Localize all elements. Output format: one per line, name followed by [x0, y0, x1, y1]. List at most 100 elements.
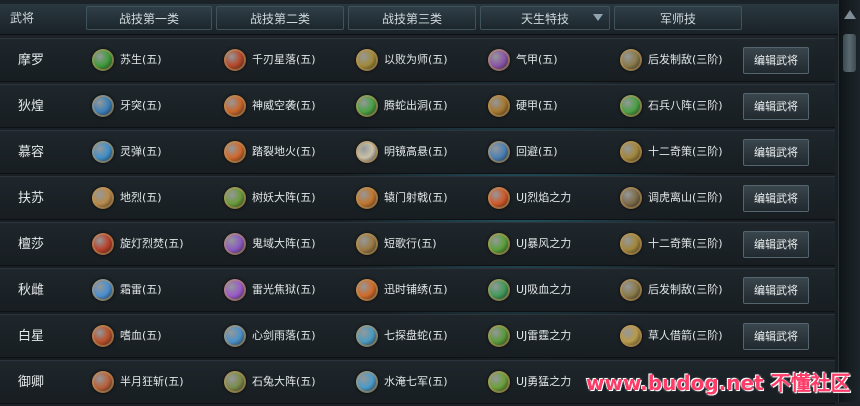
skill-icon[interactable]: [92, 49, 114, 71]
skill-label: 十二奇策(三阶): [648, 145, 723, 158]
general-name: 御卿: [18, 375, 45, 390]
skill-icon[interactable]: [356, 325, 378, 347]
skill-label: 地烈(五): [120, 191, 162, 204]
skill-icon[interactable]: [356, 187, 378, 209]
skill-icon[interactable]: [620, 187, 642, 209]
skill-icon[interactable]: [356, 49, 378, 71]
edit-general-button[interactable]: 编辑武将: [743, 93, 809, 120]
general-name: 扶苏: [18, 191, 45, 206]
table-row: 檀莎 旋灯烈焚(五) 鬼域大阵(五) 短歌行(五) UJ暴风之力 十二奇策(三阶) 编辑武将: [0, 222, 835, 266]
skill-icon[interactable]: [488, 187, 510, 209]
skill-icon[interactable]: [488, 279, 510, 301]
skill-icon[interactable]: [92, 233, 114, 255]
skill-label: 后发制敌(三阶): [648, 53, 723, 66]
skill-icon[interactable]: [224, 233, 246, 255]
skill-icon[interactable]: [356, 233, 378, 255]
skill-label: UJ勇猛之力: [516, 375, 572, 388]
skill-icon[interactable]: [92, 187, 114, 209]
skill-icon[interactable]: [224, 279, 246, 301]
edit-general-button[interactable]: 编辑武将: [743, 277, 809, 304]
skill-label: 明镜高悬(五): [384, 145, 448, 158]
skill-icon[interactable]: [488, 49, 510, 71]
header-innate-label: 天生特技: [520, 12, 569, 26]
skill-icon[interactable]: [92, 95, 114, 117]
skill-icon[interactable]: [224, 187, 246, 209]
skill-label: 苏生(五): [120, 53, 162, 66]
skill-icon[interactable]: [356, 279, 378, 301]
skill-label: 雷光焦狱(五): [252, 283, 316, 296]
skill-label: 调虎离山(三阶): [648, 191, 723, 204]
general-name: 檀莎: [18, 237, 45, 252]
skill-icon[interactable]: [488, 95, 510, 117]
skill-icon[interactable]: [224, 95, 246, 117]
skill-icon[interactable]: [224, 371, 246, 393]
skill-label: 硬甲(五): [516, 99, 558, 112]
skill-icon[interactable]: [488, 233, 510, 255]
skill-label: 回避(五): [516, 145, 558, 158]
skill-icon[interactable]: [620, 233, 642, 255]
skill-label: UJ暴风之力: [516, 237, 572, 250]
skill-icon[interactable]: [620, 279, 642, 301]
skills-panel: 武将 战技第一类 战技第二类 战技第三类 天生特技 军师技 摩罗 苏生(五) 千刃星…: [0, 0, 860, 404]
skill-icon[interactable]: [224, 325, 246, 347]
skill-label: 踏裂地火(五): [252, 145, 316, 158]
header-general[interactable]: 武将: [2, 6, 82, 30]
scroll-up-icon[interactable]: [844, 10, 856, 19]
edit-general-button[interactable]: 编辑武将: [743, 185, 809, 212]
skill-icon[interactable]: [488, 325, 510, 347]
table-row: 摩罗 苏生(五) 千刃星落(五) 以败为师(五) 气甲(五) 后发制敌(三阶) 编辑武将: [0, 38, 835, 82]
skill-label: 七探盘蛇(五): [384, 329, 448, 342]
general-name: 摩罗: [18, 53, 45, 68]
scrollbar[interactable]: [838, 0, 860, 402]
header-strategist[interactable]: 军师技: [614, 6, 742, 30]
skill-icon[interactable]: [620, 141, 642, 163]
skill-icon[interactable]: [356, 141, 378, 163]
general-name: 狄煌: [18, 99, 45, 114]
table-row: 秋雌 霜雷(五) 雷光焦狱(五) 迅时铺绣(五) UJ吸血之力 后发制敌(三阶) 编辑武将: [0, 268, 835, 312]
skill-icon[interactable]: [224, 49, 246, 71]
header-skill-2[interactable]: 战技第二类: [216, 6, 344, 30]
header-skill-3[interactable]: 战技第三类: [348, 6, 476, 30]
skill-label: 辕门射戟(五): [384, 191, 448, 204]
skill-label: 旋灯烈焚(五): [120, 237, 184, 250]
skill-icon[interactable]: [620, 325, 642, 347]
skill-icon[interactable]: [224, 141, 246, 163]
general-list: 摩罗 苏生(五) 千刃星落(五) 以败为师(五) 气甲(五) 后发制敌(三阶) 编辑武将 狄煌…: [0, 38, 835, 406]
edit-general-button[interactable]: 编辑武将: [743, 231, 809, 258]
table-row: 扶苏 地烈(五) 树妖大阵(五) 辕门射戟(五) UJ烈焰之力 调虎离山(三阶) 编辑武将: [0, 176, 835, 220]
skill-label: 半月狂斩(五): [120, 375, 184, 388]
skill-icon[interactable]: [92, 325, 114, 347]
edit-general-button[interactable]: 编辑武将: [743, 139, 809, 166]
edit-general-button[interactable]: 编辑武将: [743, 323, 809, 350]
skill-label: UJ雷霆之力: [516, 329, 572, 342]
table-row: 白星 嗜血(五) 心剑雨落(五) 七探盘蛇(五) UJ雷霆之力 草人借箭(三阶) 编辑武将: [0, 314, 835, 358]
skill-icon[interactable]: [620, 95, 642, 117]
skill-icon[interactable]: [92, 371, 114, 393]
skill-label: 迅时铺绣(五): [384, 283, 448, 296]
skill-label: 心剑雨落(五): [252, 329, 316, 342]
sort-down-icon[interactable]: [593, 14, 603, 21]
skill-label: 气甲(五): [516, 53, 558, 66]
skill-icon[interactable]: [488, 141, 510, 163]
watermark: www.budog.net 不懂社区: [586, 371, 851, 395]
scroll-thumb[interactable]: [843, 34, 856, 72]
skill-label: 霜雷(五): [120, 283, 162, 296]
table-header: 武将 战技第一类 战技第二类 战技第三类 天生特技 军师技: [0, 4, 840, 35]
header-innate[interactable]: 天生特技: [480, 6, 610, 30]
skill-label: 十二奇策(三阶): [648, 237, 723, 250]
skill-label: UJ烈焰之力: [516, 191, 572, 204]
skill-icon[interactable]: [92, 141, 114, 163]
edit-general-button[interactable]: 编辑武将: [743, 47, 809, 74]
skill-icon[interactable]: [92, 279, 114, 301]
skill-label: 嗜血(五): [120, 329, 162, 342]
skill-icon[interactable]: [488, 371, 510, 393]
skill-icon[interactable]: [356, 95, 378, 117]
header-skill-1[interactable]: 战技第一类: [86, 6, 212, 30]
skill-icon[interactable]: [620, 49, 642, 71]
skill-label: 水淹七军(五): [384, 375, 448, 388]
skill-label: 牙突(五): [120, 99, 162, 112]
skill-label: 神威空袭(五): [252, 99, 316, 112]
skill-label: 石兵八阵(三阶): [648, 99, 723, 112]
skill-icon[interactable]: [356, 371, 378, 393]
skill-label: 千刃星落(五): [252, 53, 316, 66]
